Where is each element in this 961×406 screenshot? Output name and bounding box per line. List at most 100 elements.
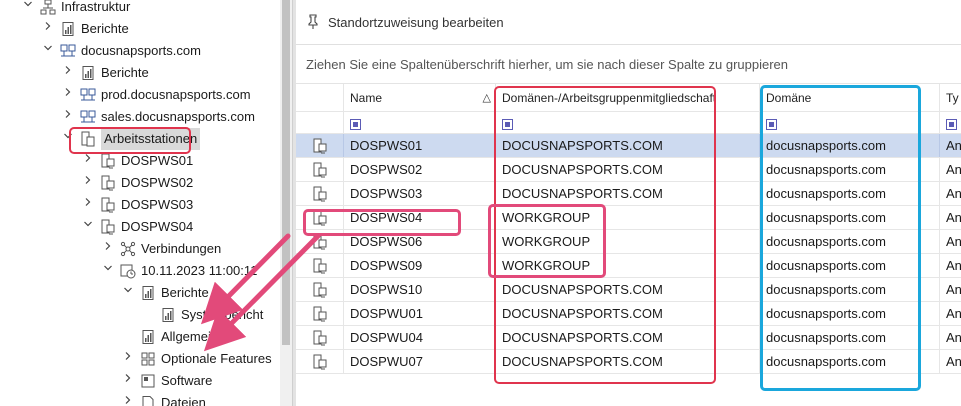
computer-icon [312, 186, 328, 202]
chevron-right-icon[interactable] [122, 392, 134, 406]
tree-item-10-11-2023-11-00-11[interactable]: 10.11.2023 11:00:11 [102, 260, 257, 282]
filter-icon[interactable] [946, 119, 957, 131]
column-header-domain[interactable]: Domäne [760, 84, 940, 111]
filter-icon[interactable] [766, 119, 777, 131]
table-row[interactable]: DOSPWS03 DOCUSNAPSPORTS.COM docusnapsports… [296, 182, 961, 206]
filter-cell[interactable] [496, 112, 760, 133]
tree-item-berichte[interactable]: Berichte [122, 282, 209, 304]
chevron-down-icon[interactable] [22, 0, 34, 18]
filter-cell[interactable] [940, 112, 961, 133]
row-icon-cell [296, 254, 344, 277]
table-row[interactable]: DOSPWS04 WORKGROUP docusnapsports.com An [296, 206, 961, 230]
chevron-right-icon[interactable] [62, 84, 74, 106]
table-row[interactable]: DOSPWU01 DOCUSNAPSPORTS.COM docusnapsports… [296, 302, 961, 326]
table-row[interactable]: DOSPWS10 DOCUSNAPSPORTS.COM docusnapsports… [296, 278, 961, 302]
edit-location-assignment-button[interactable]: Standortzuweisung bearbeiten [328, 15, 504, 30]
group-by-area[interactable]: Ziehen Sie eine Spaltenüberschrift hierh… [296, 46, 961, 84]
tree-item-berichte[interactable]: Berichte [62, 62, 149, 84]
cell-name: DOSPWS03 [344, 182, 496, 205]
scan-clock-icon [120, 263, 136, 279]
domain-icon [60, 43, 76, 59]
cell-name: DOSPWS06 [344, 230, 496, 253]
tree-item-software[interactable]: Software [122, 370, 212, 392]
pin-icon[interactable] [306, 14, 320, 30]
chevron-right-icon[interactable] [122, 348, 134, 370]
chevron-down-icon[interactable] [82, 216, 94, 238]
chevron-right-icon[interactable] [82, 194, 94, 216]
cell-type: An [940, 302, 961, 325]
cell-type: An [940, 350, 961, 373]
chevron-right-icon[interactable] [62, 62, 74, 84]
tree-item-prod-docusnapsports-com[interactable]: prod.docusnapsports.com [62, 84, 251, 106]
cell-type: An [940, 134, 961, 157]
tree-item-label: Berichte [81, 21, 129, 36]
tree-item-dospws03[interactable]: DOSPWS03 [82, 194, 193, 216]
files-icon [140, 395, 156, 406]
tree-item-systembericht[interactable]: Systembericht [142, 304, 263, 326]
software-icon [140, 373, 156, 389]
filter-cell[interactable] [760, 112, 940, 133]
tree-item-infrastruktur[interactable]: Infrastruktur [22, 0, 130, 18]
table-row[interactable]: DOSPWU07 DOCUSNAPSPORTS.COM docusnapsports… [296, 350, 961, 374]
table-row[interactable]: DOSPWS09 WORKGROUP docusnapsports.com An [296, 254, 961, 278]
cell-type: An [940, 278, 961, 301]
tree-item-allgemein[interactable]: Allgemein [122, 326, 218, 348]
row-icon-cell [296, 182, 344, 205]
filter-icon[interactable] [502, 119, 513, 131]
tree-item-docusnapsports-com[interactable]: docusnapsports.com [42, 40, 201, 62]
computer-icon [312, 138, 328, 154]
tree-scrollbar[interactable] [280, 0, 292, 406]
cell-membership: DOCUSNAPSPORTS.COM [496, 350, 760, 373]
tree-item-dospws04[interactable]: DOSPWS04 [82, 216, 193, 238]
chevron-right-icon[interactable] [122, 370, 134, 392]
tree-item-berichte[interactable]: Berichte [42, 18, 129, 40]
table-row[interactable]: DOSPWS01 DOCUSNAPSPORTS.COM docusnapsports… [296, 134, 961, 158]
chevron-down-icon[interactable] [102, 260, 114, 282]
tree-scrollbar-thumb[interactable] [282, 0, 290, 345]
chevron-right-icon[interactable] [42, 18, 54, 40]
chevron-right-icon[interactable] [62, 106, 74, 128]
cell-membership: DOCUSNAPSPORTS.COM [496, 302, 760, 325]
tree-item-dospws02[interactable]: DOSPWS02 [82, 172, 193, 194]
filter-icon[interactable] [350, 119, 361, 131]
column-header-type[interactable]: Ty [940, 84, 961, 111]
table-row[interactable]: DOSPWS02 DOCUSNAPSPORTS.COM docusnapsports… [296, 158, 961, 182]
chevron-right-icon[interactable] [82, 172, 94, 194]
tree-item-label: DOSPWS01 [121, 153, 194, 168]
cell-domain: docusnapsports.com [760, 230, 940, 253]
tree-item-label: DOSPWS02 [121, 175, 194, 190]
chevron-down-icon[interactable] [122, 282, 134, 304]
tree-item-label: Verbindungen [141, 241, 222, 256]
computer-icon [312, 306, 328, 322]
tree-item-sales-docusnapsports-com[interactable]: sales.docusnapsports.com [62, 106, 255, 128]
report-icon [140, 329, 156, 345]
chevron-right-icon[interactable] [82, 150, 94, 172]
tree-item-arbeitsstationen[interactable]: Arbeitsstationen [62, 128, 201, 150]
table-row[interactable]: DOSPWS06 WORKGROUP docusnapsports.com An [296, 230, 961, 254]
chevron-down-icon[interactable] [42, 40, 54, 62]
cell-membership: WORKGROUP [496, 254, 760, 277]
network-icon [40, 0, 56, 15]
report-icon [80, 65, 96, 81]
column-header-membership[interactable]: Domänen-/Arbeitsgruppenmitgliedschaft [496, 84, 760, 111]
table-row[interactable]: DOSPWU04 DOCUSNAPSPORTS.COM docusnapsports… [296, 326, 961, 350]
grid-header: Name △ Domänen-/Arbeitsgruppenmitgliedscha… [296, 84, 961, 112]
workstations-icon [80, 131, 96, 147]
chevron-down-icon[interactable] [62, 128, 74, 150]
cell-domain: docusnapsports.com [760, 182, 940, 205]
filter-cell[interactable] [344, 112, 496, 133]
computer-icon [312, 282, 328, 298]
tree-item-label: Dateien [161, 395, 206, 406]
tree-item-optionale-features[interactable]: Optionale Features [122, 348, 272, 370]
row-icon-cell [296, 230, 344, 253]
cell-type: An [940, 230, 961, 253]
tree-item-label: docusnapsports.com [81, 43, 201, 58]
computer-icon [312, 258, 328, 274]
column-header-name[interactable]: Name △ [344, 84, 496, 111]
toolbar: Standortzuweisung bearbeiten [296, 0, 961, 45]
tree-item-dateien[interactable]: Dateien [122, 392, 206, 406]
chevron-right-icon[interactable] [102, 238, 114, 260]
tree-item-verbindungen[interactable]: Verbindungen [102, 238, 221, 260]
content-pane: Standortzuweisung bearbeiten Ziehen Sie … [296, 0, 961, 406]
tree-item-dospws01[interactable]: DOSPWS01 [82, 150, 193, 172]
